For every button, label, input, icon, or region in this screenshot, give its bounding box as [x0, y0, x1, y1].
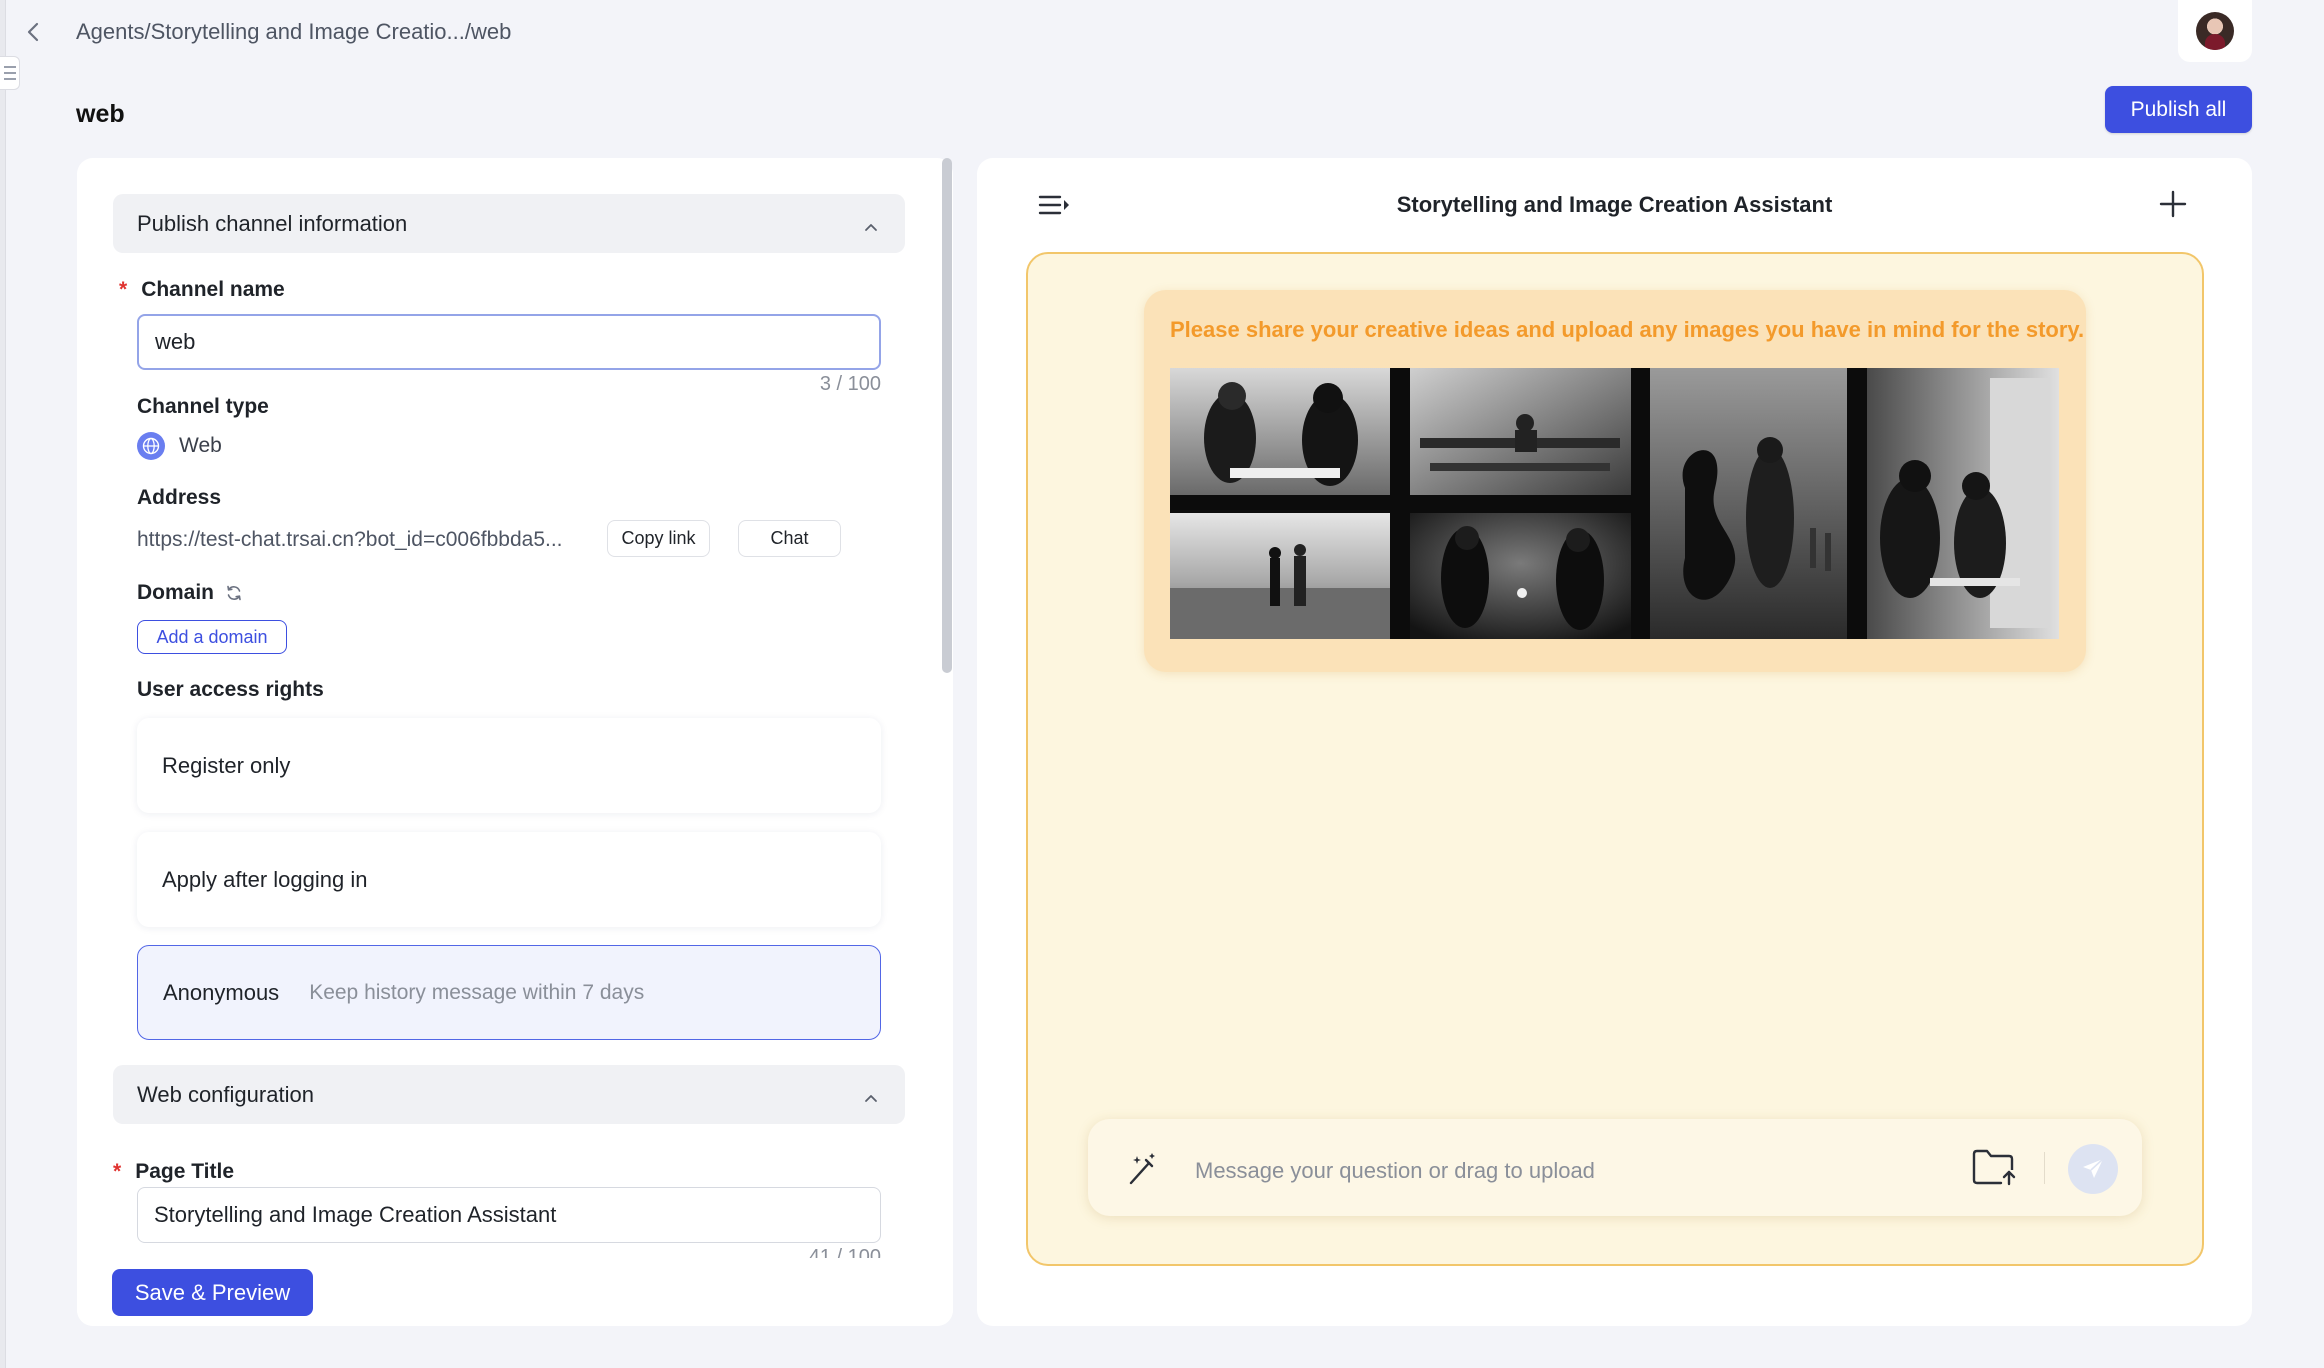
address-url: https://test-chat.trsai.cn?bot_id=c006fb… [137, 528, 563, 551]
channel-name-input[interactable]: web [137, 314, 881, 370]
address-row: https://test-chat.trsai.cn?bot_id=c006fb… [137, 520, 881, 558]
page-title-input[interactable]: Storytelling and Image Creation Assistan… [137, 1187, 881, 1243]
avatar[interactable] [2178, 0, 2252, 62]
page-title: web [76, 100, 125, 128]
send-button[interactable] [2068, 1144, 2118, 1194]
address-label: Address [137, 486, 222, 509]
send-icon [2083, 1158, 2104, 1178]
magic-wand-icon[interactable] [1124, 1150, 1160, 1188]
access-option-label: Anonymous [163, 979, 280, 1005]
chevron-up-icon[interactable] [863, 215, 879, 231]
scrollbar-thumb[interactable] [942, 158, 952, 673]
back-icon[interactable] [22, 18, 46, 46]
breadcrumb[interactable]: Agents/Storytelling and Image Creatio...… [76, 19, 511, 45]
section-title: Web configuration [137, 1081, 314, 1107]
access-option-description: Keep history message within 7 days [309, 980, 645, 1004]
publish-all-button[interactable]: Publish all [2105, 86, 2252, 133]
channel-name-label: * Channel name [119, 278, 285, 301]
access-option-label: Apply after logging in [162, 866, 368, 892]
welcome-message: Please share your creative ideas and upl… [1170, 317, 2085, 342]
publish-channel-section-header[interactable]: Publish channel information [113, 194, 905, 253]
copy-link-button[interactable]: Copy link [607, 520, 710, 557]
access-option-register-only[interactable]: Register only [137, 718, 881, 813]
sidebar-toggle-handle[interactable] [0, 56, 20, 90]
input-divider [2044, 1152, 2045, 1184]
refresh-icon[interactable] [224, 583, 244, 603]
user-access-label: User access rights [137, 678, 324, 701]
page-title-label: * Page Title [113, 1160, 235, 1183]
save-preview-button[interactable]: Save & Preview [112, 1269, 313, 1316]
channel-type-label: Channel type [137, 395, 269, 418]
left-rail [0, 0, 6, 1368]
required-marker: * [119, 278, 128, 301]
channel-name-counter: 3 / 100 [819, 373, 881, 395]
add-domain-button[interactable]: Add a domain [137, 620, 287, 654]
chat-title: Storytelling and Image Creation Assistan… [1396, 192, 1833, 217]
avatar-image [2196, 12, 2234, 50]
required-marker: * [113, 1160, 122, 1183]
story-image-collage[interactable] [1170, 368, 2059, 639]
section-title: Publish channel information [137, 210, 408, 236]
chat-button[interactable]: Chat [738, 520, 841, 557]
globe-icon [137, 432, 165, 460]
domain-label: Domain [137, 581, 244, 605]
access-option-label: Register only [162, 752, 291, 778]
chevron-up-icon[interactable] [863, 1086, 879, 1102]
plus-icon[interactable] [2158, 189, 2188, 219]
message-input[interactable]: Message your question or drag to upload [1195, 1158, 1595, 1184]
config-panel: Publish channel information * Channel na… [77, 158, 953, 1326]
folder-upload-icon[interactable] [1971, 1148, 2017, 1186]
collage-image [1170, 368, 2059, 639]
channel-type-value: Web [137, 432, 222, 460]
access-option-anonymous[interactable]: Anonymous Keep history message within 7 … [137, 945, 881, 1040]
web-config-section-header[interactable]: Web configuration [113, 1065, 905, 1124]
access-option-apply-after-login[interactable]: Apply after logging in [137, 832, 881, 927]
